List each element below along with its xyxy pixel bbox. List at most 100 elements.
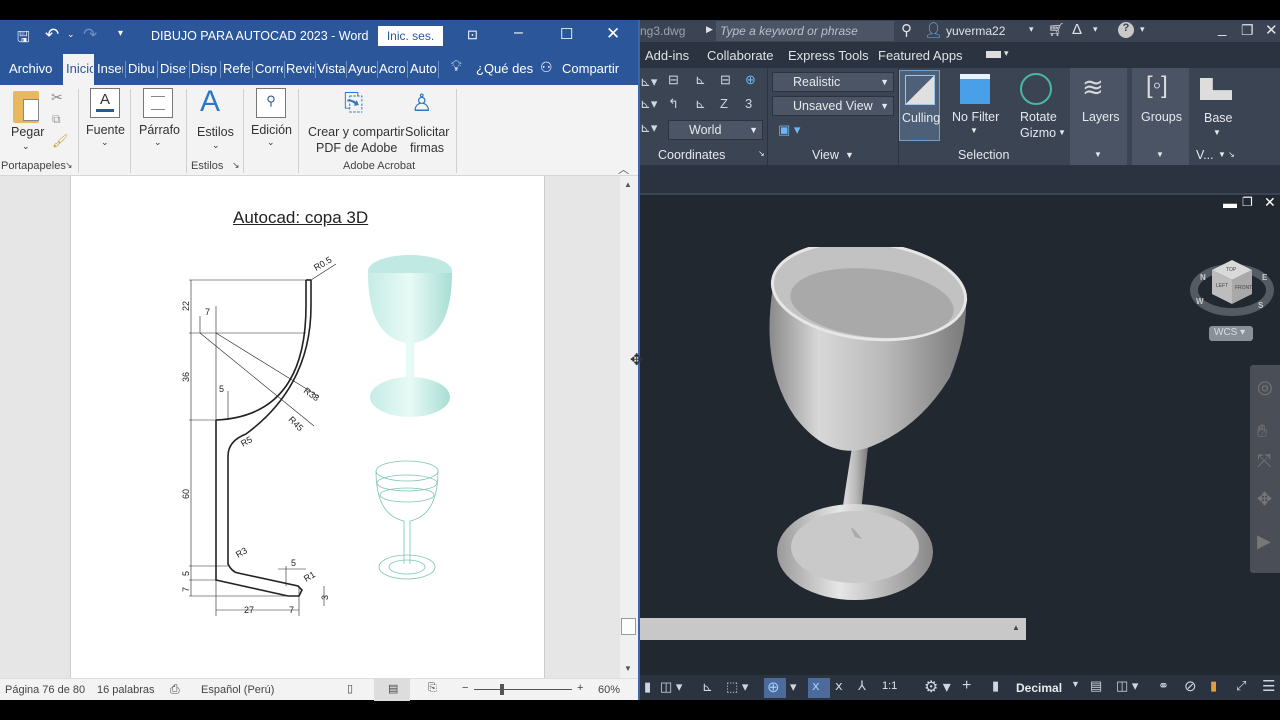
osnap-icon[interactable]: ⊕ xyxy=(767,678,780,696)
ucs-icon[interactable]: ⊾▾ xyxy=(640,74,657,90)
tab-collaborate[interactable]: Collaborate xyxy=(707,48,774,63)
tab-referencias[interactable]: Refer xyxy=(223,61,251,76)
viewport-minimize[interactable]: ▬ xyxy=(1223,195,1237,211)
tab-add-ins[interactable]: Add-ins xyxy=(645,48,689,63)
paste-icon[interactable] xyxy=(13,91,39,123)
styles-icon[interactable]: A xyxy=(200,85,220,119)
styles-button[interactable]: Estilos xyxy=(197,125,234,139)
ucs-3point-icon[interactable]: 3 xyxy=(745,96,752,111)
undo-dropdown-icon[interactable]: ⌄ xyxy=(67,29,75,40)
vertical-scrollbar[interactable]: ▲ ▼ xyxy=(620,176,638,678)
annotation-scale-icon[interactable]: ⅄ xyxy=(858,678,866,694)
clean-screen-icon[interactable]: ▮ xyxy=(1210,678,1217,694)
create-pdf-line2[interactable]: PDF de Adobe xyxy=(316,141,397,155)
ucs-world-icon[interactable]: ⊕ xyxy=(745,72,756,88)
base-view-button[interactable]: Base xyxy=(1204,111,1233,125)
command-line[interactable]: ▲ xyxy=(640,618,1026,640)
tell-me-search[interactable]: ¿Qué des xyxy=(476,61,533,76)
font-button[interactable]: Fuente xyxy=(86,123,125,137)
editing-button[interactable]: Edición xyxy=(251,123,292,137)
rotate-gizmo-icon[interactable] xyxy=(1020,73,1052,105)
named-view-select[interactable]: Unsaved View ▼ xyxy=(772,96,894,116)
ucs-origin-icon[interactable]: ⊾ xyxy=(695,72,706,88)
autoscale-icon[interactable]: ⅹ xyxy=(835,678,843,694)
annotation-visibility-icon[interactable]: ⅹ xyxy=(812,678,820,694)
format-painter-icon[interactable]: 🖌︎ xyxy=(52,133,69,149)
tab-diseno[interactable]: Disef xyxy=(160,61,187,76)
ucs-object-icon[interactable]: ⊾▾ xyxy=(640,120,657,136)
snap-icon[interactable]: ▮ xyxy=(644,679,651,695)
panel-label-view[interactable]: View xyxy=(812,148,839,162)
tab-ayuda[interactable]: Ayuc xyxy=(348,61,376,76)
scroll-down-icon[interactable]: ▼ xyxy=(624,664,632,673)
help-icon[interactable]: ? xyxy=(1118,22,1134,38)
fullscreen-icon[interactable]: ⤢ xyxy=(1236,678,1246,694)
tab-featured-apps[interactable]: Featured Apps xyxy=(878,48,963,63)
close-button[interactable]: ✕ xyxy=(606,24,620,44)
paragraph-button[interactable]: Párrafo xyxy=(139,123,180,137)
word-count[interactable]: 16 palabras xyxy=(97,684,155,696)
layers-panel[interactable]: ≋ Layers ▼ xyxy=(1070,68,1127,165)
viewport-config-icon[interactable]: ▣ ▾ xyxy=(778,122,800,138)
expand-icon[interactable]: ▶ xyxy=(706,24,713,35)
base-view-icon[interactable] xyxy=(1200,78,1232,100)
workspace-gear-icon[interactable]: ⚙ ▾ xyxy=(924,677,951,697)
steeringwheel-icon[interactable]: ◎ xyxy=(1257,377,1273,398)
tab-dibujar[interactable]: Dibu xyxy=(128,61,154,76)
viewcube[interactable]: TOP LEFT FRONT N W S E xyxy=(1190,242,1274,322)
font-icon[interactable]: A xyxy=(90,88,120,118)
units-icon[interactable]: ▮ xyxy=(992,678,999,694)
no-filter-icon[interactable] xyxy=(960,74,990,104)
paste-button[interactable]: Pegar xyxy=(11,125,44,139)
document-page[interactable]: Autocad: copa 3D R0.5 22 7 36 5 R38 R45 … xyxy=(70,176,545,678)
tab-archivo[interactable]: Archivo xyxy=(9,61,52,76)
tab-revisar[interactable]: Revis xyxy=(286,61,314,76)
ucs-view-icon[interactable]: ⊟ xyxy=(720,72,731,88)
share-button[interactable]: Compartir xyxy=(562,61,619,76)
scroll-up-icon[interactable]: ▲ xyxy=(624,180,632,189)
styles-launcher-icon[interactable]: ↘ xyxy=(232,160,240,171)
units-select[interactable]: Decimal xyxy=(1016,681,1062,695)
groups-panel[interactable]: [◦] Groups ▼ xyxy=(1132,68,1189,165)
minimize-button[interactable]: _ xyxy=(1218,20,1226,37)
customize-qat-icon[interactable]: ▾ xyxy=(118,28,123,39)
dialog-launcher-icon[interactable]: ↘ xyxy=(65,160,73,171)
zoom-slider-thumb[interactable] xyxy=(500,684,504,695)
viewport-close[interactable]: ✕ xyxy=(1264,194,1276,211)
search-input[interactable]: Type a keyword or phrase xyxy=(716,21,894,41)
create-pdf-line1[interactable]: Crear y compartir xyxy=(308,125,405,139)
pan-icon[interactable]: ✋︎ xyxy=(1257,421,1267,442)
isolate-objects-icon[interactable]: ⚭ xyxy=(1158,678,1169,694)
ribbon-display-icon[interactable]: ⊡ xyxy=(467,27,478,43)
annotation-monitor-icon[interactable]: + xyxy=(962,677,971,695)
user-name[interactable]: yuverma22 xyxy=(946,24,1005,38)
collapse-ribbon-icon[interactable]: ︿ xyxy=(618,161,629,177)
autodesk-app-icon[interactable]: Δ xyxy=(1072,21,1082,38)
tab-autocad[interactable]: Auto xyxy=(410,61,438,76)
wcs-menu[interactable]: WCS ▾ xyxy=(1209,326,1253,341)
tab-inicio[interactable]: Inicic xyxy=(66,61,93,76)
request-signatures-line1[interactable]: Solicitar xyxy=(405,125,449,139)
web-layout-icon[interactable]: ⎘ xyxy=(428,682,437,695)
osnap-dropdown[interactable]: ▾ xyxy=(790,679,797,695)
scroll-thumb[interactable] xyxy=(621,618,636,635)
command-history-icon[interactable]: ▲ xyxy=(1012,623,1020,632)
save-icon[interactable]: 🖫 xyxy=(17,27,30,52)
ucs-z-icon[interactable]: Z xyxy=(720,96,728,111)
ucs-y-icon[interactable]: ⊾ xyxy=(695,96,706,112)
tab-disposicion[interactable]: Disp xyxy=(191,61,218,76)
editing-icon[interactable]: ⚲ xyxy=(256,88,286,118)
zoom-in-icon[interactable]: + xyxy=(577,682,583,694)
panel-label-view-truncated[interactable]: V... xyxy=(1196,148,1214,162)
ucs-x-icon[interactable]: ⊾▾ xyxy=(640,96,657,112)
annotation-scale[interactable]: 1:1 xyxy=(882,680,897,692)
search-icon[interactable]: ⚲ xyxy=(901,21,912,39)
copy-icon[interactable]: ⧉ xyxy=(52,112,61,127)
zoom-extents-icon[interactable]: ⤧ xyxy=(1257,451,1271,472)
ucs-select[interactable]: World ▼ xyxy=(668,120,763,140)
zoom-slider[interactable] xyxy=(474,689,572,690)
print-layout-icon[interactable]: ▤ xyxy=(388,682,398,695)
read-mode-icon[interactable]: ▯ xyxy=(347,682,353,695)
tab-correspondencia[interactable]: Corre xyxy=(255,61,283,76)
showmotion-icon[interactable]: ▶ xyxy=(1257,531,1271,552)
